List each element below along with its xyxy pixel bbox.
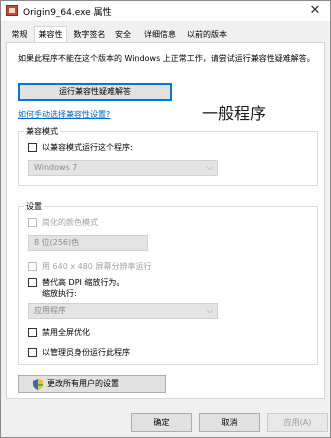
resolution-checkbox[interactable] (28, 262, 37, 271)
title-bar[interactable]: Origin9_64.exe 属性 ✕ (1, 1, 330, 21)
compat-mode-label: 以兼容模式运行这个程序: (42, 143, 133, 152)
os-version-dropdown[interactable]: Windows 7 ⌵ (28, 160, 218, 176)
tab-details[interactable]: 详细信息 (140, 28, 180, 42)
window-title: Origin9_64.exe 属性 (23, 8, 112, 18)
apply-button[interactable]: 应用(A) (267, 413, 328, 432)
reduced-color-label: 简化的颜色模式 (42, 218, 98, 227)
change-all-users-button[interactable]: 更改所有用户的设置 (18, 375, 166, 393)
tab-digital-signatures[interactable]: 数字签名 (69, 28, 110, 42)
fullscreen-label: 禁用全屏优化 (42, 328, 90, 337)
dpi-label-line2: 缩放执行: (42, 289, 77, 298)
reduced-color-checkbox[interactable] (28, 218, 37, 227)
os-version-value: Windows 7 (34, 163, 78, 172)
change-all-users-label: 更改所有用户的设置 (47, 379, 119, 388)
tab-previous-versions[interactable]: 以前的版本 (182, 28, 232, 42)
properties-window: Origin9_64.exe 属性 ✕ 常规 兼容性 数字签名 安全 详细信息 … (0, 0, 331, 438)
compat-mode-checkbox[interactable] (28, 143, 37, 152)
settings-group-label: 设置 (24, 201, 44, 212)
dpi-checkbox[interactable] (28, 278, 37, 287)
color-depth-value: 8 位(256)色 (34, 238, 80, 247)
annotation-text: 一般程序 (202, 104, 267, 123)
uac-shield-icon (33, 379, 43, 390)
cancel-button[interactable]: 取消 (199, 413, 260, 432)
settings-group: 设置 简化的颜色模式 8 位(256)色 用 640 x 480 屏幕分辨率运行… (18, 201, 318, 365)
compat-mode-group-label: 兼容模式 (24, 126, 60, 137)
fullscreen-checkbox[interactable] (28, 328, 37, 337)
tab-security[interactable]: 安全 (112, 28, 134, 42)
dpi-scaling-value: 应用程序 (34, 306, 66, 315)
compatibility-panel: 如果此程序不能在这个版本的 Windows 上正常工作，请尝试运行兼容性疑难解答… (6, 42, 325, 399)
tab-general[interactable]: 常规 (6, 28, 33, 42)
resolution-label: 用 640 x 480 屏幕分辨率运行 (42, 262, 152, 271)
chevron-down-icon: ⌵ (206, 306, 213, 315)
close-button[interactable]: ✕ (306, 2, 324, 19)
app-icon (6, 5, 18, 16)
ok-button[interactable]: 确定 (131, 413, 192, 432)
color-depth-dropdown[interactable]: 8 位(256)色 (28, 235, 148, 251)
admin-label: 以管理员身份运行此程序 (42, 348, 130, 357)
dpi-scaling-dropdown[interactable]: 应用程序 ⌵ (28, 303, 218, 319)
tab-compatibility[interactable]: 兼容性 (34, 26, 67, 42)
chevron-down-icon: ⌵ (206, 163, 213, 172)
run-troubleshooter-button[interactable]: 运行兼容性疑难解答 (18, 83, 172, 101)
admin-checkbox[interactable] (28, 348, 37, 357)
intro-text: 如果此程序不能在这个版本的 Windows 上正常工作，请尝试运行兼容性疑难解答… (18, 54, 315, 63)
dpi-label-line1: 替代高 DPI 缩放行为。 (42, 278, 125, 287)
compat-mode-group: 兼容模式 以兼容模式运行这个程序: Windows 7 ⌵ (18, 126, 318, 186)
manual-settings-link[interactable]: 如何手动选择兼容性设置? (18, 109, 110, 120)
